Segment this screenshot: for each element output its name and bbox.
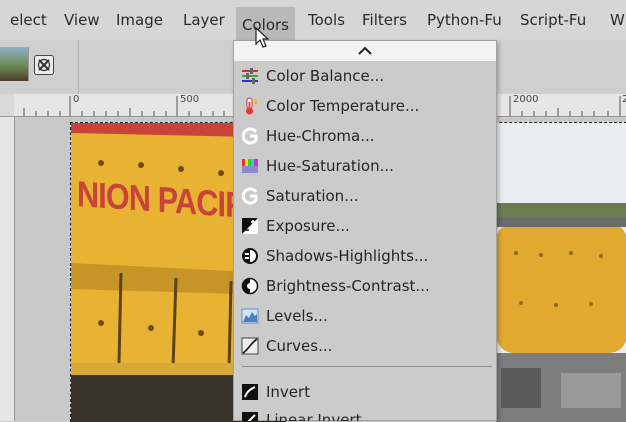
menu-script-fu[interactable]: Script-Fu xyxy=(520,9,586,31)
chevron-up-icon xyxy=(358,46,372,55)
shadows-highlights-icon xyxy=(241,247,259,265)
ruler-label-500: 500 xyxy=(180,94,200,105)
menu-item-invert[interactable]: Invert xyxy=(234,379,496,405)
menu-separator xyxy=(242,366,492,367)
brightness-contrast-icon xyxy=(241,277,259,295)
menu-item-exposure[interactable]: Exposure... xyxy=(234,213,496,239)
menu-scroll-up[interactable] xyxy=(234,41,496,61)
menu-item-label: Invert xyxy=(266,383,311,401)
ruler-label-2500: 2 xyxy=(622,94,626,105)
ruler-label-2000: 2000 xyxy=(513,94,539,105)
ruler-label-0: 0 xyxy=(73,94,80,105)
gegl-icon xyxy=(241,187,259,205)
menu-item-label: Exposure... xyxy=(266,217,350,235)
curves-icon xyxy=(241,337,259,355)
invert-icon xyxy=(241,383,259,401)
menu-item-label: Hue-Chroma... xyxy=(266,127,375,145)
menu-item-label: Linear Invert xyxy=(266,411,362,421)
menu-python-fu[interactable]: Python-Fu xyxy=(427,9,502,31)
menu-item-shadows-highlights[interactable]: Shadows-Highlights... xyxy=(234,243,496,269)
menu-item-label: Levels... xyxy=(266,307,328,325)
linear-invert-icon xyxy=(241,411,259,421)
menu-item-label: Shadows-Highlights... xyxy=(266,247,429,265)
menu-windows[interactable]: W xyxy=(610,9,625,31)
menu-image[interactable]: Image xyxy=(116,9,163,31)
menu-filters[interactable]: Filters xyxy=(362,9,407,31)
vertical-ruler[interactable] xyxy=(0,117,15,421)
ruler-corner xyxy=(0,94,15,117)
menu-item-color-balance[interactable]: Color Balance... xyxy=(234,63,496,89)
close-image-icon[interactable] xyxy=(34,55,54,75)
mouse-pointer-icon xyxy=(255,26,271,53)
tab-divider xyxy=(78,40,79,94)
menu-tools[interactable]: Tools xyxy=(308,9,345,31)
menu-view[interactable]: View xyxy=(64,9,100,31)
hue-saturation-icon xyxy=(241,157,259,175)
menu-item-brightness-contrast[interactable]: Brightness-Contrast... xyxy=(234,273,496,299)
menu-item-label: Color Balance... xyxy=(266,67,385,85)
menu-item-levels[interactable]: Levels... xyxy=(234,303,496,329)
menu-item-linear-invert[interactable]: Linear Invert xyxy=(234,407,496,421)
menu-item-hue-saturation[interactable]: Hue-Saturation... xyxy=(234,153,496,179)
image-thumbnail[interactable] xyxy=(0,47,29,81)
menu-item-label: Saturation... xyxy=(266,187,359,205)
gegl-icon xyxy=(241,127,259,145)
menu-item-label: Color Temperature... xyxy=(266,97,420,115)
levels-icon xyxy=(241,307,259,325)
menu-select[interactable]: elect xyxy=(10,9,47,31)
color-balance-icon xyxy=(241,67,259,85)
menu-item-label: Hue-Saturation... xyxy=(266,157,394,175)
menu-layer[interactable]: Layer xyxy=(183,9,225,31)
menu-item-saturation[interactable]: Saturation... xyxy=(234,183,496,209)
thermometer-icon xyxy=(241,97,259,115)
menu-item-hue-chroma[interactable]: Hue-Chroma... xyxy=(234,123,496,149)
menu-item-label: Brightness-Contrast... xyxy=(266,277,430,295)
colors-menu: Color Balance... Color Temperature... Hu… xyxy=(233,40,497,421)
menu-item-curves[interactable]: Curves... xyxy=(234,333,496,359)
exposure-icon xyxy=(241,217,259,235)
menu-item-label: Curves... xyxy=(266,337,333,355)
menu-bar: elect View Image Layer Colors Tools Filt… xyxy=(0,0,626,40)
menu-item-color-temperature[interactable]: Color Temperature... xyxy=(234,93,496,119)
